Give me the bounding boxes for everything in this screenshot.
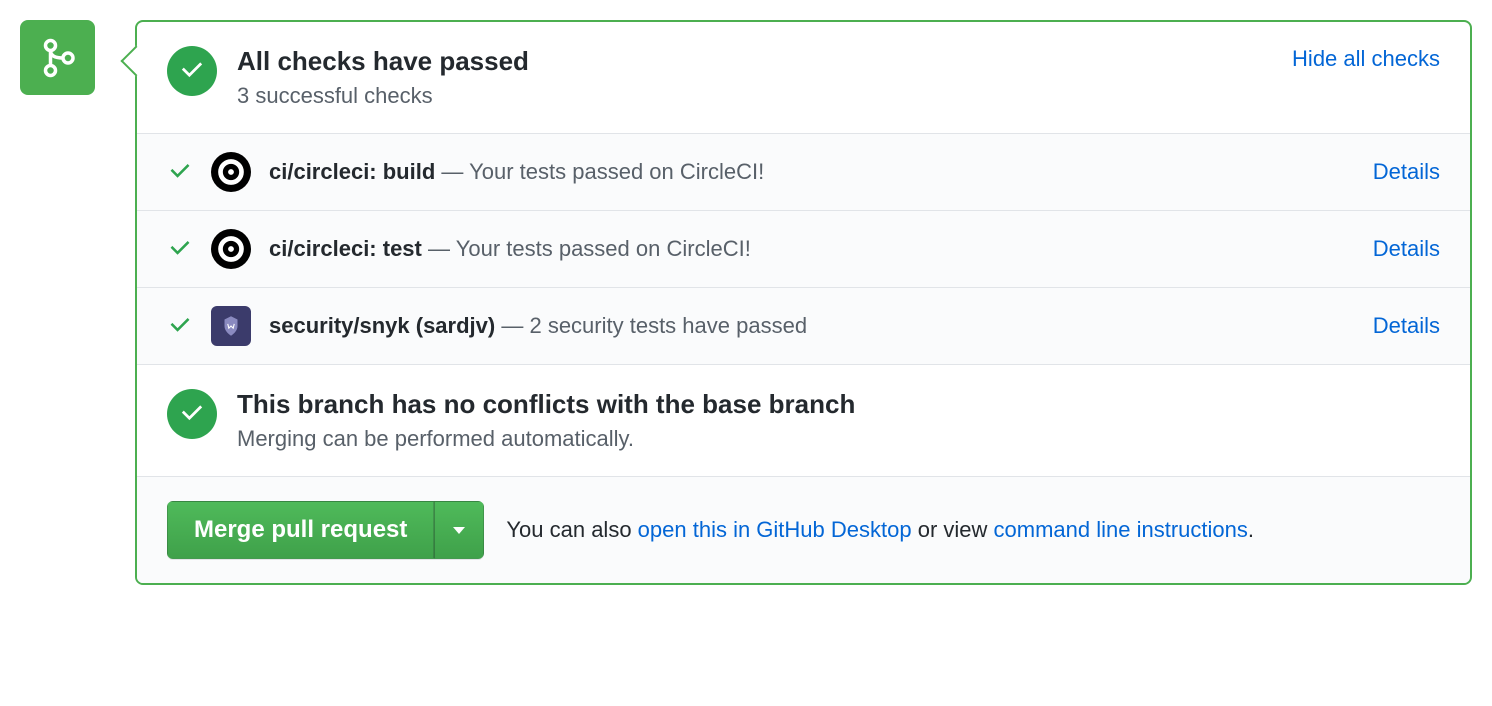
merge-conflict-section: This branch has no conflicts with the ba…	[137, 365, 1470, 477]
git-merge-icon	[38, 38, 78, 78]
merge-hint-text: You can also open this in GitHub Desktop…	[506, 517, 1254, 543]
check-description: ci/circleci: test — Your tests passed on…	[269, 236, 1355, 262]
conflict-subtitle: Merging can be performed automatically.	[237, 426, 1440, 452]
status-success-icon	[167, 46, 217, 96]
open-github-desktop-link[interactable]: open this in GitHub Desktop	[638, 517, 912, 542]
caret-down-icon	[453, 527, 465, 534]
checks-subtitle: 3 successful checks	[237, 83, 1272, 109]
checks-title: All checks have passed	[237, 46, 1272, 77]
check-details-link[interactable]: Details	[1373, 159, 1440, 185]
checks-summary-section: All checks have passed 3 successful chec…	[137, 22, 1470, 134]
check-name: ci/circleci: build	[269, 159, 435, 184]
check-details-link[interactable]: Details	[1373, 313, 1440, 339]
merge-pull-request-button[interactable]: Merge pull request	[167, 501, 434, 559]
check-description: ci/circleci: build — Your tests passed o…	[269, 159, 1355, 185]
merge-status-panel: All checks have passed 3 successful chec…	[135, 20, 1472, 585]
circleci-icon	[211, 229, 251, 269]
check-name: security/snyk (sardjv)	[269, 313, 495, 338]
check-details-link[interactable]: Details	[1373, 236, 1440, 262]
merge-button-group: Merge pull request	[167, 501, 484, 559]
check-row: ci/circleci: test — Your tests passed on…	[137, 211, 1470, 288]
check-name: ci/circleci: test	[269, 236, 422, 261]
merge-status-wrapper: All checks have passed 3 successful chec…	[20, 20, 1472, 585]
merge-options-dropdown-button[interactable]	[434, 501, 484, 559]
check-description: security/snyk (sardjv) — 2 security test…	[269, 313, 1355, 339]
check-success-icon	[167, 236, 193, 262]
command-line-instructions-link[interactable]: command line instructions	[994, 517, 1248, 542]
git-merge-badge	[20, 20, 95, 95]
merge-action-section: Merge pull request You can also open thi…	[137, 477, 1470, 583]
circleci-icon	[211, 152, 251, 192]
checks-summary-text: All checks have passed 3 successful chec…	[237, 46, 1272, 109]
check-row: security/snyk (sardjv) — 2 security test…	[137, 288, 1470, 365]
snyk-icon	[211, 306, 251, 346]
check-success-icon	[167, 313, 193, 339]
conflict-text: This branch has no conflicts with the ba…	[237, 389, 1440, 452]
check-row: ci/circleci: build — Your tests passed o…	[137, 134, 1470, 211]
status-success-icon	[167, 389, 217, 439]
conflict-title: This branch has no conflicts with the ba…	[237, 389, 1440, 420]
check-success-icon	[167, 159, 193, 185]
toggle-checks-link[interactable]: Hide all checks	[1292, 46, 1440, 72]
